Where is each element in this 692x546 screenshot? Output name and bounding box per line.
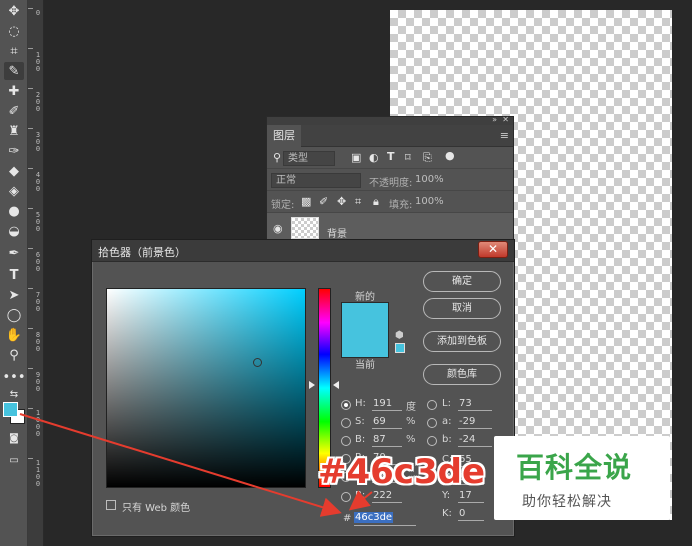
watermark-subtitle: 助你轻松解决 bbox=[522, 494, 612, 510]
hex-callout-text: #46c3de bbox=[318, 452, 486, 492]
annotation-arrow-line bbox=[348, 490, 373, 511]
watermark-title: 百科全说 bbox=[516, 451, 633, 484]
annotation-arrow-line bbox=[19, 413, 342, 517]
watermark-logo: 百科全说 助你轻松解决 bbox=[494, 436, 670, 520]
